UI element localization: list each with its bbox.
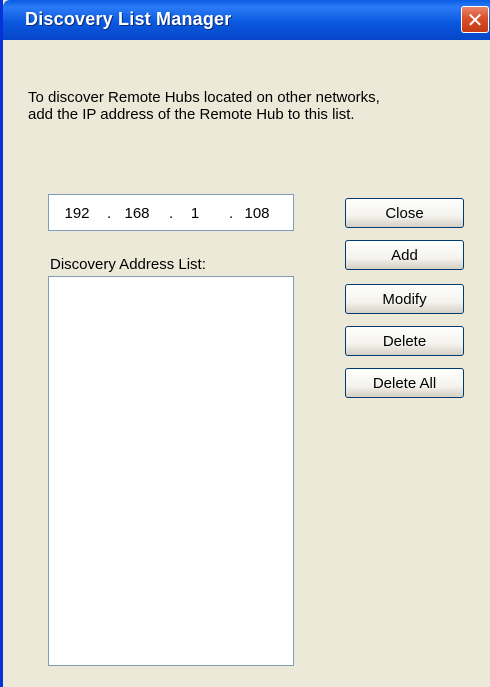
ip-octet-2[interactable]: 168 — [117, 205, 157, 222]
window-close-button[interactable]: ✕ — [461, 6, 489, 33]
ip-address-input[interactable]: 192 . 168 . 1 . 108 — [48, 194, 294, 231]
instructions-line-2: add the IP address of the Remote Hub to … — [28, 106, 355, 123]
instructions-text: To discover Remote Hubs located on other… — [28, 89, 478, 123]
ip-octet-3[interactable]: 1 — [175, 205, 215, 222]
title-bar[interactable]: Discovery List Manager ✕ — [3, 0, 490, 40]
ip-separator-3: . — [229, 205, 234, 222]
discovery-list-label: Discovery Address List: — [50, 256, 206, 273]
delete-button[interactable]: Delete — [345, 326, 464, 356]
modify-button[interactable]: Modify — [345, 284, 464, 314]
ip-separator-2: . — [169, 205, 174, 222]
close-button[interactable]: Close — [345, 198, 464, 228]
close-icon: ✕ — [466, 7, 484, 32]
discovery-address-list[interactable] — [48, 276, 294, 666]
ip-octet-1[interactable]: 192 — [57, 205, 97, 222]
ip-octet-4[interactable]: 108 — [237, 205, 277, 222]
delete-all-button[interactable]: Delete All — [345, 368, 464, 398]
window-title: Discovery List Manager — [25, 9, 232, 29]
discovery-list-manager-window: Discovery List Manager ✕ To discover Rem… — [0, 0, 490, 687]
add-button[interactable]: Add — [345, 240, 464, 270]
instructions-line-1: To discover Remote Hubs located on other… — [28, 89, 380, 106]
ip-separator-1: . — [107, 205, 112, 222]
